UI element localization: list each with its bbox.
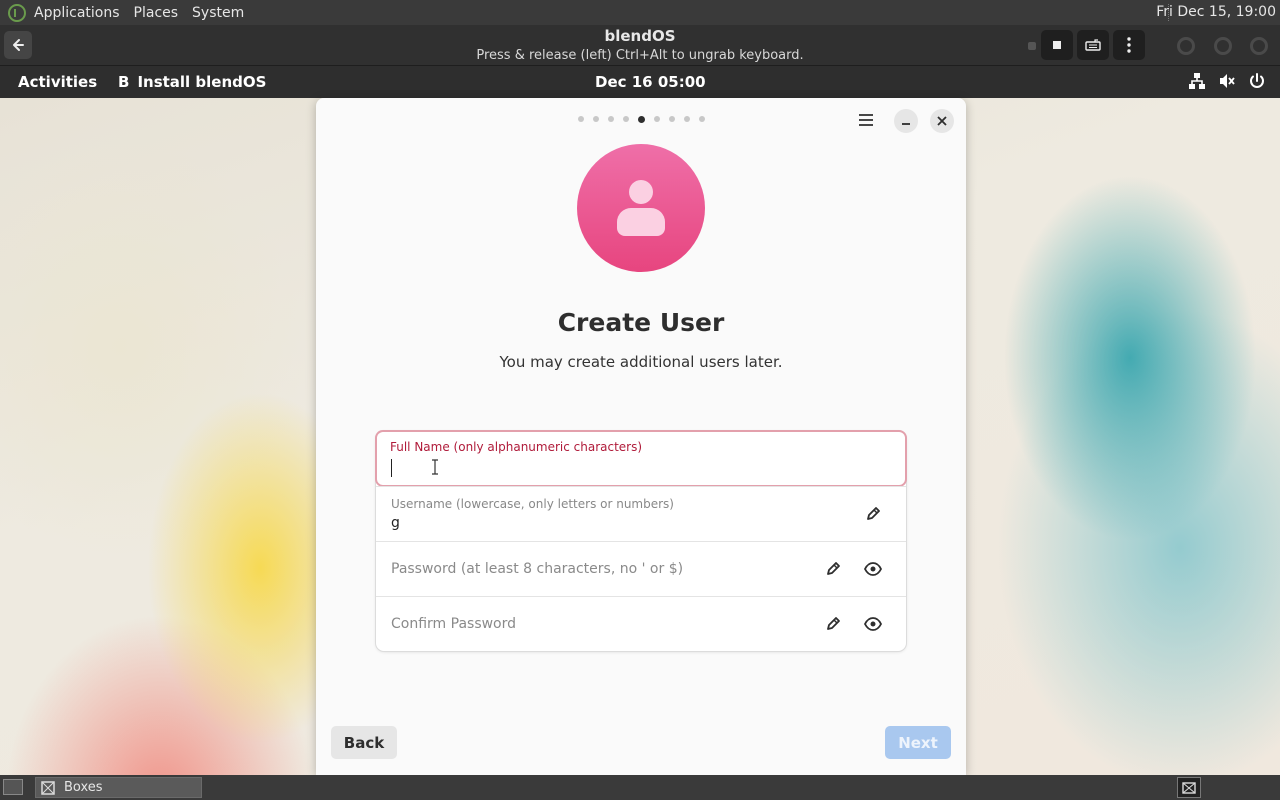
workspace-switcher[interactable] <box>1177 777 1201 798</box>
system-status-area[interactable] <box>1188 72 1266 90</box>
username-label: Username (lowercase, only letters or num… <box>391 497 674 511</box>
close-button[interactable] <box>930 109 954 133</box>
close-icon <box>937 116 947 126</box>
eye-icon <box>864 562 882 576</box>
back-button[interactable]: Back <box>331 726 397 759</box>
taskbar-item-label: Boxes <box>64 780 103 795</box>
places-menu[interactable]: Places <box>134 5 179 21</box>
user-form: Full Name (only alphanumeric characters)… <box>375 430 907 651</box>
avatar-person-icon-head <box>629 180 653 204</box>
step-dot <box>592 116 599 122</box>
password-placeholder[interactable]: Password (at least 8 characters, no ' or… <box>391 561 683 577</box>
minimize-button[interactable] <box>894 109 918 133</box>
kebab-menu-icon <box>1127 37 1131 53</box>
confirm-password-edit-button[interactable] <box>821 612 845 636</box>
host-bottom-panel: Boxes <box>0 775 1280 800</box>
step-dot <box>607 116 614 122</box>
minimize-icon <box>902 123 910 125</box>
gnome-top-bar: Activities B Install blendOS Dec 16 05:0… <box>0 66 1280 98</box>
stop-icon <box>1053 41 1061 49</box>
eye-icon <box>864 617 882 631</box>
hamburger-menu-icon <box>859 114 873 126</box>
confirm-password-row[interactable]: Confirm Password <box>376 596 906 651</box>
window-control-minimize[interactable] <box>1177 37 1195 55</box>
next-button[interactable]: Next <box>885 726 951 759</box>
app-menu-label: Install blendOS <box>137 73 267 91</box>
applications-menu[interactable]: Applications <box>34 5 120 21</box>
full-name-label: Full Name (only alphanumeric characters) <box>390 440 643 454</box>
boxes-app-icon <box>41 780 55 795</box>
window-control-maximize[interactable] <box>1214 37 1232 55</box>
installer-window: Create User You may create additional us… <box>316 98 966 775</box>
step-dot <box>653 116 660 122</box>
step-dot <box>683 116 690 122</box>
step-dot-active <box>637 115 645 123</box>
pencil-icon <box>827 562 840 575</box>
text-cursor <box>391 459 392 477</box>
system-menu[interactable]: System <box>192 5 244 21</box>
window-control-close[interactable] <box>1250 37 1268 55</box>
host-clock[interactable]: Fri Dec 15, 19:00 <box>1156 4 1276 20</box>
confirm-password-reveal-button[interactable] <box>861 612 885 636</box>
page-title: Create User <box>557 308 725 337</box>
more-menu-button[interactable] <box>1113 30 1145 60</box>
full-name-row[interactable]: Full Name (only alphanumeric characters) <box>375 430 907 487</box>
volume-muted-icon <box>1220 74 1235 88</box>
ibeam-cursor-icon <box>432 459 438 475</box>
keyboard-icon <box>1085 39 1101 51</box>
page-subtitle: You may create additional users later. <box>499 353 783 371</box>
indicator-dot <box>1028 42 1036 50</box>
step-dot <box>622 116 629 122</box>
password-reveal-button[interactable] <box>861 557 885 581</box>
user-avatar <box>577 144 705 272</box>
gnome-clock[interactable]: Dec 16 05:00 <box>595 73 706 91</box>
power-icon <box>1250 73 1264 88</box>
pencil-icon <box>827 617 840 630</box>
username-value[interactable]: g <box>391 515 400 531</box>
network-wired-icon <box>1189 73 1205 89</box>
pencil-icon <box>867 507 880 520</box>
password-row[interactable]: Password (at least 8 characters, no ' or… <box>376 541 906 596</box>
mate-logo-icon[interactable] <box>8 3 26 22</box>
app-menu[interactable]: B Install blendOS <box>118 73 266 91</box>
activities-button[interactable]: Activities <box>18 73 97 91</box>
blendos-app-icon: B <box>118 73 130 91</box>
workspace-icon <box>1182 781 1196 794</box>
step-dot <box>698 116 705 122</box>
keyboard-button[interactable] <box>1077 30 1109 60</box>
host-top-panel: Applications Places System Fri Dec 15, 1… <box>0 0 1280 25</box>
full-name-field[interactable]: Full Name (only alphanumeric characters) <box>375 430 907 487</box>
username-row[interactable]: Username (lowercase, only letters or num… <box>376 486 906 541</box>
show-desktop-button[interactable] <box>3 779 23 795</box>
confirm-password-placeholder[interactable]: Confirm Password <box>391 616 516 632</box>
avatar-person-icon-body <box>617 208 665 236</box>
boxes-header-bar: blendOS Press & release (left) Ctrl+Alt … <box>0 25 1280 66</box>
menu-button[interactable] <box>854 107 878 133</box>
password-edit-button[interactable] <box>821 557 845 581</box>
username-edit-button[interactable] <box>861 502 885 526</box>
taskbar-item-boxes[interactable]: Boxes <box>35 777 202 798</box>
step-dot <box>577 116 584 122</box>
step-dot <box>668 116 675 122</box>
stop-button[interactable] <box>1041 30 1073 60</box>
